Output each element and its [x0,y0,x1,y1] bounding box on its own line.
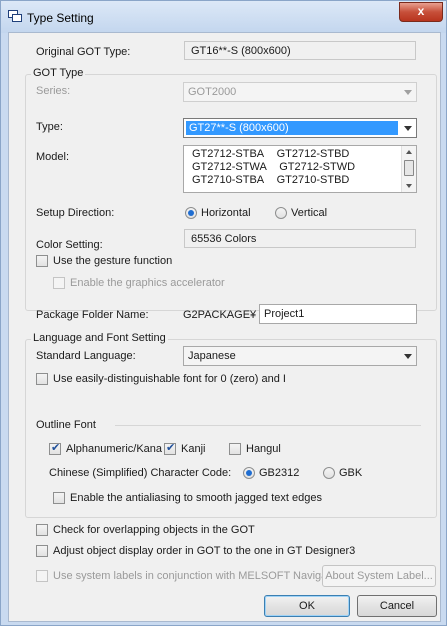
language-font-group-title: Language and Font Setting [31,332,168,344]
package-folder-label: Package Folder Name: [36,309,149,321]
standard-language-label: Standard Language: [36,350,136,362]
standard-language-dropdown[interactable]: Japanese [183,346,417,366]
antialiasing-checkbox[interactable] [53,492,65,504]
model-item[interactable]: GT2710-STBA [192,174,264,186]
model-item[interactable]: GT2712-STBD [277,148,350,160]
model-row[interactable]: GT2712-STWA GT2712-STWD [192,161,355,173]
gesture-checkbox[interactable] [36,255,48,267]
type-dropdown[interactable]: GT27**-S (800x600) [183,118,417,138]
series-value: GOT2000 [188,86,237,98]
distinguishable-font-label[interactable]: Use easily-distinguishable font for 0 (z… [53,373,286,385]
hangul-checkbox[interactable] [229,443,241,455]
color-setting-value: 65536 Colors [184,229,416,248]
gb2312-radio[interactable] [243,467,255,479]
title-bar[interactable]: Type Setting x [1,1,446,33]
chevron-down-icon[interactable] [404,354,412,359]
package-folder-prefix: G2PACKAGE¥ [183,309,257,321]
scroll-down-arrow-icon[interactable] [406,184,412,188]
series-label: Series: [36,85,71,97]
system-labels-checkbox[interactable] [36,570,48,582]
horizontal-radio[interactable] [185,207,197,219]
type-setting-dialog: Type Setting x Original GOT Type: GT16**… [0,0,447,626]
outline-font-divider [115,425,421,426]
model-item[interactable]: GT2712-STWA [192,161,266,173]
outline-font-label: Outline Font [36,419,96,431]
original-got-label: Original GOT Type: [36,46,131,58]
chevron-down-icon [404,90,412,95]
dialog-body: Original GOT Type: GT16**-S (800x600) GO… [8,32,441,622]
horizontal-label[interactable]: Horizontal [201,207,251,219]
standard-language-value: Japanese [188,350,236,362]
type-setting-icon [8,10,22,22]
alphanumeric-kana-label[interactable]: Alphanumeric/Kana [66,443,162,455]
graphics-accelerator-label: Enable the graphics accelerator [70,277,225,289]
model-item[interactable]: GT2712-STBA [192,148,264,160]
type-label: Type: [36,121,63,133]
kanji-checkbox[interactable] [164,441,176,455]
overlap-check-checkbox[interactable] [36,524,48,536]
system-labels-label: Use system labels in conjunction with ME… [53,570,341,582]
model-list[interactable]: GT2712-STBA GT2712-STBD GT2712-STWA GT27… [183,145,417,193]
vertical-radio[interactable] [275,207,287,219]
model-label: Model: [36,151,70,163]
adjust-order-checkbox[interactable] [36,545,48,557]
original-got-value: GT16**-S (800x600) [184,41,416,60]
window-title: Type Setting [27,11,94,25]
alphanumeric-kana-checkbox[interactable] [49,441,61,455]
package-folder-input[interactable]: Project1 [259,304,417,324]
type-value: GT27**-S (800x600) [186,121,398,135]
gesture-label[interactable]: Use the gesture function [53,255,172,267]
color-setting-label: Color Setting: [36,239,103,251]
model-item[interactable]: GT2712-STWD [279,161,355,173]
vertical-label[interactable]: Vertical [291,207,327,219]
graphics-accelerator-checkbox[interactable] [53,277,65,289]
got-type-group-title: GOT Type [31,67,86,79]
chinese-code-label: Chinese (Simplified) Character Code: [49,467,232,479]
about-system-label-button[interactable]: About System Label... [322,565,436,587]
gbk-radio[interactable] [323,467,335,479]
chevron-down-icon[interactable] [404,126,412,131]
model-row[interactable]: GT2712-STBA GT2712-STBD [192,148,349,160]
close-button[interactable]: x [399,2,443,22]
cancel-button[interactable]: Cancel [357,595,437,617]
model-item[interactable]: GT2710-STBD [277,174,350,186]
overlap-check-label[interactable]: Check for overlapping objects in the GOT [53,524,255,536]
gbk-label[interactable]: GBK [339,467,362,479]
adjust-order-label[interactable]: Adjust object display order in GOT to th… [53,545,355,557]
hangul-label[interactable]: Hangul [246,443,281,455]
series-dropdown: GOT2000 [183,82,417,102]
ok-button[interactable]: OK [264,595,350,617]
antialiasing-label[interactable]: Enable the antialiasing to smooth jagged… [70,492,322,504]
distinguishable-font-checkbox[interactable] [36,373,48,385]
model-list-scrollbar[interactable] [401,146,416,192]
setup-direction-label: Setup Direction: [36,207,115,219]
scroll-up-arrow-icon[interactable] [406,150,412,154]
scroll-thumb[interactable] [404,160,414,176]
model-row[interactable]: GT2710-STBA GT2710-STBD [192,174,349,186]
kanji-label[interactable]: Kanji [181,443,205,455]
gb2312-label[interactable]: GB2312 [259,467,299,479]
